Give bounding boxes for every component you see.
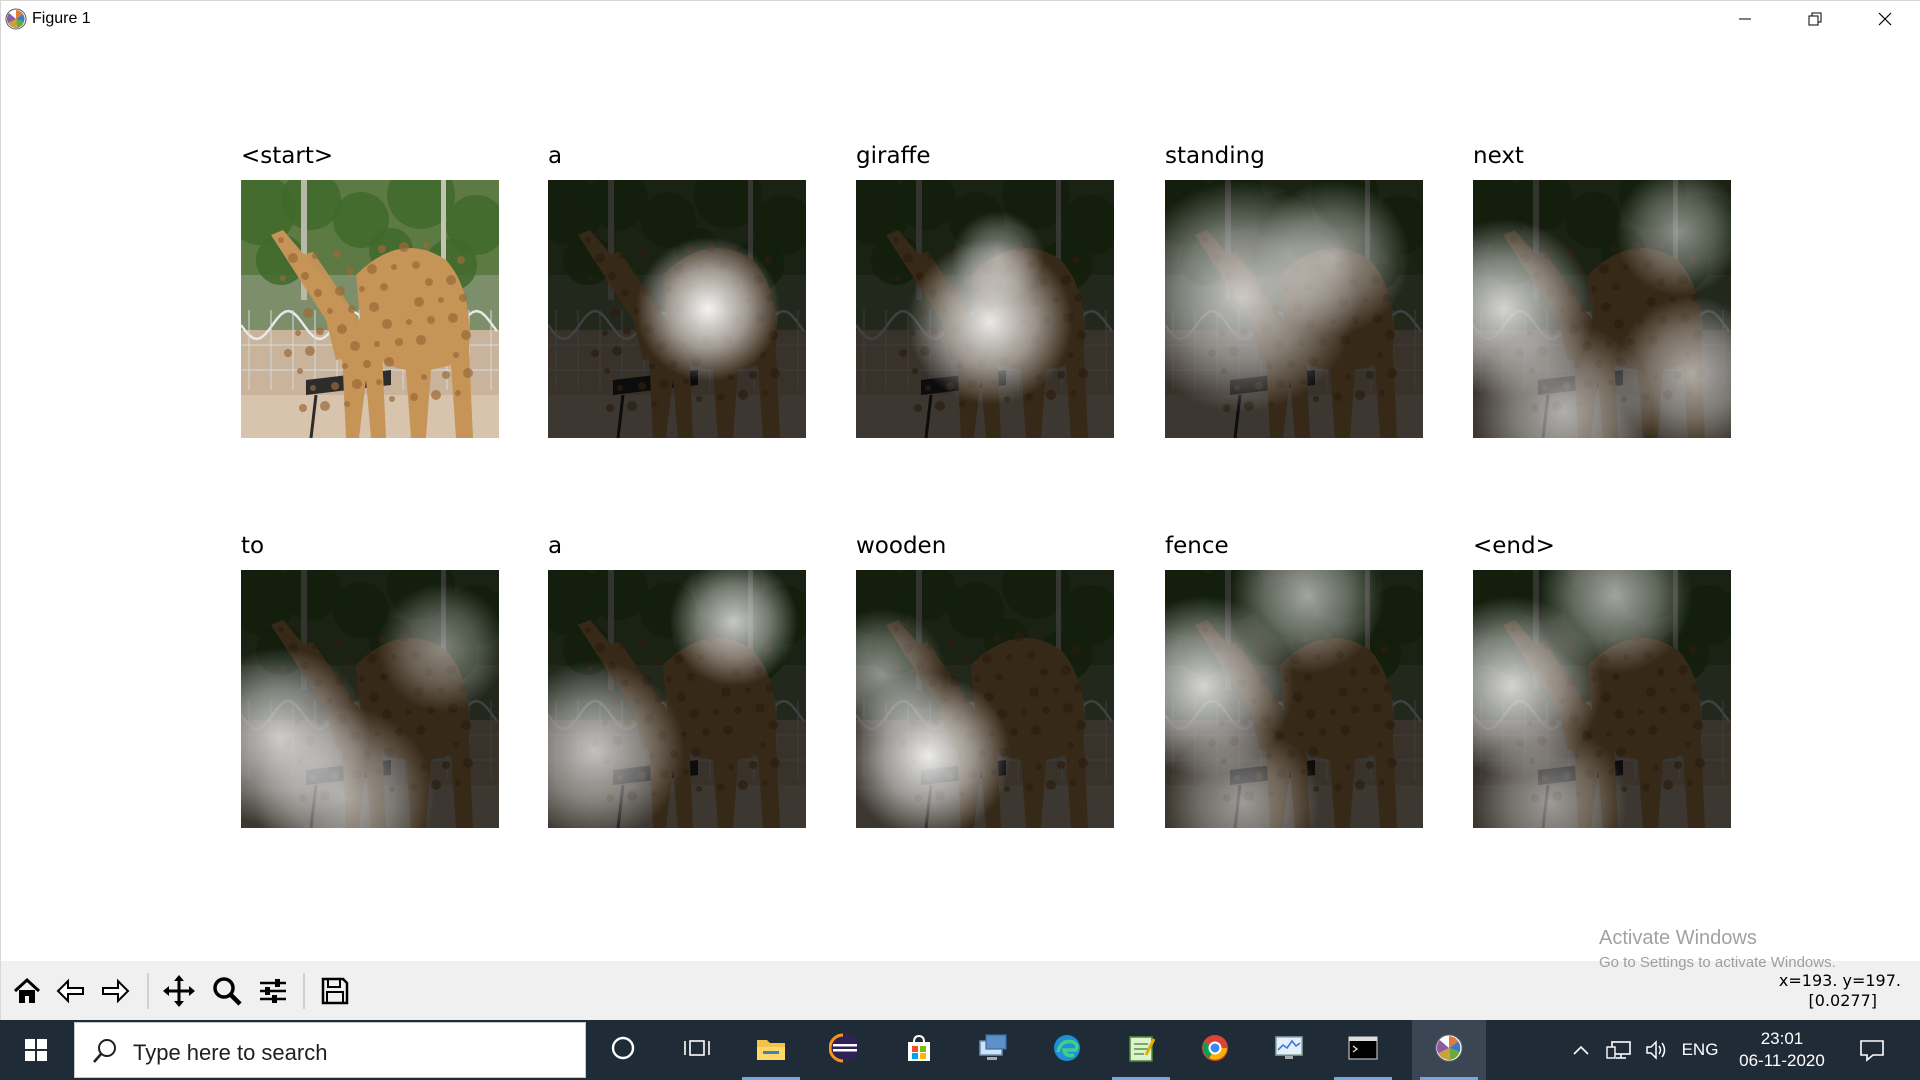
pan-button[interactable] (159, 971, 199, 1011)
taskbar-app-remote-desktop[interactable] (956, 1020, 1030, 1080)
chrome-icon (1200, 1033, 1230, 1068)
attention-map-image (1473, 180, 1732, 438)
matplotlib-icon (1433, 1032, 1465, 1069)
pan-icon (163, 975, 195, 1007)
subplot-title: standing (1165, 143, 1265, 169)
taskbar-app-system-monitor[interactable] (1252, 1020, 1326, 1080)
subplot-title: next (1473, 143, 1524, 169)
restore-icon (1808, 12, 1822, 26)
subplot-title: a (548, 533, 563, 559)
subplot-title: wooden (856, 533, 947, 559)
restore-button[interactable] (1780, 1, 1850, 37)
notepad-icon (1126, 1033, 1156, 1068)
forward-button[interactable] (95, 971, 135, 1011)
chevron-up-icon (1573, 1045, 1589, 1055)
network-icon (1606, 1041, 1631, 1059)
system-monitor-icon (1273, 1033, 1305, 1068)
terminal-icon (1347, 1034, 1379, 1067)
input-language-button[interactable]: ENG (1680, 1020, 1720, 1080)
figure-window: Figure 1 <start> a giraffe standing next… (0, 0, 1920, 1021)
save-button[interactable] (315, 971, 355, 1011)
attention-map-image (241, 570, 500, 828)
coordinate-readout: x=193. y=197. [0.0277] (1779, 971, 1901, 1011)
start-button[interactable] (0, 1020, 72, 1080)
edge-icon (1052, 1033, 1082, 1068)
taskbar-app-microsoft-store[interactable] (882, 1020, 956, 1080)
taskbar-app-notepad[interactable] (1104, 1020, 1178, 1080)
watermark-subtitle: Go to Settings to activate Windows. (1599, 954, 1836, 971)
taskbar-app-eclipse[interactable] (808, 1020, 882, 1080)
action-center-button[interactable] (1850, 1020, 1894, 1080)
matplotlib-app-icon (5, 8, 27, 30)
back-icon (56, 978, 84, 1004)
attention-map-image (856, 180, 1115, 438)
network-tray-button[interactable] (1602, 1020, 1636, 1080)
eclipse-icon (828, 1032, 861, 1069)
configure-subplots-button[interactable] (253, 971, 293, 1011)
file-explorer-icon (755, 1034, 787, 1067)
attention-map-image (1165, 570, 1424, 828)
cursor-position-text: x=193. y=197. (1778, 971, 1901, 990)
taskbar-app-chrome[interactable] (1178, 1020, 1252, 1080)
taskbar-app-matplotlib[interactable] (1412, 1020, 1486, 1080)
windows-taskbar: Type here to search ENG 23:01 06-11-2020 (0, 1020, 1920, 1080)
window-title: Figure 1 (32, 10, 91, 27)
language-indicator: ENG (1681, 1040, 1719, 1059)
pixel-value-text: [0.0277] (1808, 991, 1877, 1010)
notification-icon (1860, 1040, 1884, 1062)
minimize-button[interactable] (1710, 1, 1780, 37)
minimize-icon (1739, 18, 1751, 20)
attention-map-image (1473, 570, 1732, 828)
home-icon (13, 977, 41, 1003)
taskbar-app-file-explorer[interactable] (734, 1020, 808, 1080)
close-button[interactable] (1850, 1, 1920, 37)
save-icon (321, 977, 349, 1005)
cortana-icon (610, 1035, 636, 1066)
forward-icon (102, 978, 130, 1004)
toolbar-separator (147, 973, 149, 1009)
zoom-button[interactable] (207, 971, 247, 1011)
taskbar-app-cortana[interactable] (586, 1020, 660, 1080)
search-icon (93, 1039, 116, 1063)
home-button[interactable] (7, 971, 47, 1011)
subplot-title: <start> (241, 143, 334, 169)
close-icon (1878, 12, 1892, 26)
figure-canvas[interactable]: <start> a giraffe standing next to a woo… (1, 37, 1920, 961)
taskbar-search-box[interactable]: Type here to search (74, 1022, 586, 1078)
configure-subplots-icon (260, 979, 286, 1003)
clock-date: 06-11-2020 (1739, 1051, 1825, 1070)
taskbar-app-edge[interactable] (1030, 1020, 1104, 1080)
task-view-icon (683, 1036, 711, 1065)
taskbar-app-terminal[interactable] (1326, 1020, 1400, 1080)
volume-icon (1646, 1040, 1666, 1060)
search-placeholder: Type here to search (133, 1040, 328, 1065)
subplot-title: giraffe (856, 143, 931, 169)
subplot-title: fence (1165, 533, 1229, 559)
show-hidden-icons-button[interactable] (1566, 1020, 1596, 1080)
back-button[interactable] (51, 971, 91, 1011)
subplot-title: a (548, 143, 563, 169)
subplot-title: to (241, 533, 265, 559)
subplot-title: <end> (1473, 533, 1555, 559)
title-bar[interactable]: Figure 1 (1, 1, 1920, 37)
zoom-icon (213, 977, 242, 1006)
attention-map-image (548, 570, 807, 828)
watermark-title: Activate Windows (1599, 927, 1757, 949)
attention-map-image (1165, 180, 1424, 438)
attention-map-image (241, 180, 500, 438)
clock-time: 23:01 (1760, 1029, 1804, 1048)
remote-desktop-icon (977, 1033, 1009, 1068)
taskbar-clock[interactable]: 23:01 06-11-2020 (1722, 1028, 1842, 1072)
toolbar-separator (303, 973, 305, 1009)
windows-logo-icon (25, 1039, 47, 1061)
attention-map-image (548, 180, 807, 438)
activate-windows-watermark: Activate Windows Go to Settings to activ… (1599, 927, 1836, 971)
microsoft-store-icon (904, 1033, 934, 1068)
volume-tray-button[interactable] (1640, 1020, 1674, 1080)
attention-map-image (856, 570, 1115, 828)
taskbar-app-task-view[interactable] (660, 1020, 734, 1080)
